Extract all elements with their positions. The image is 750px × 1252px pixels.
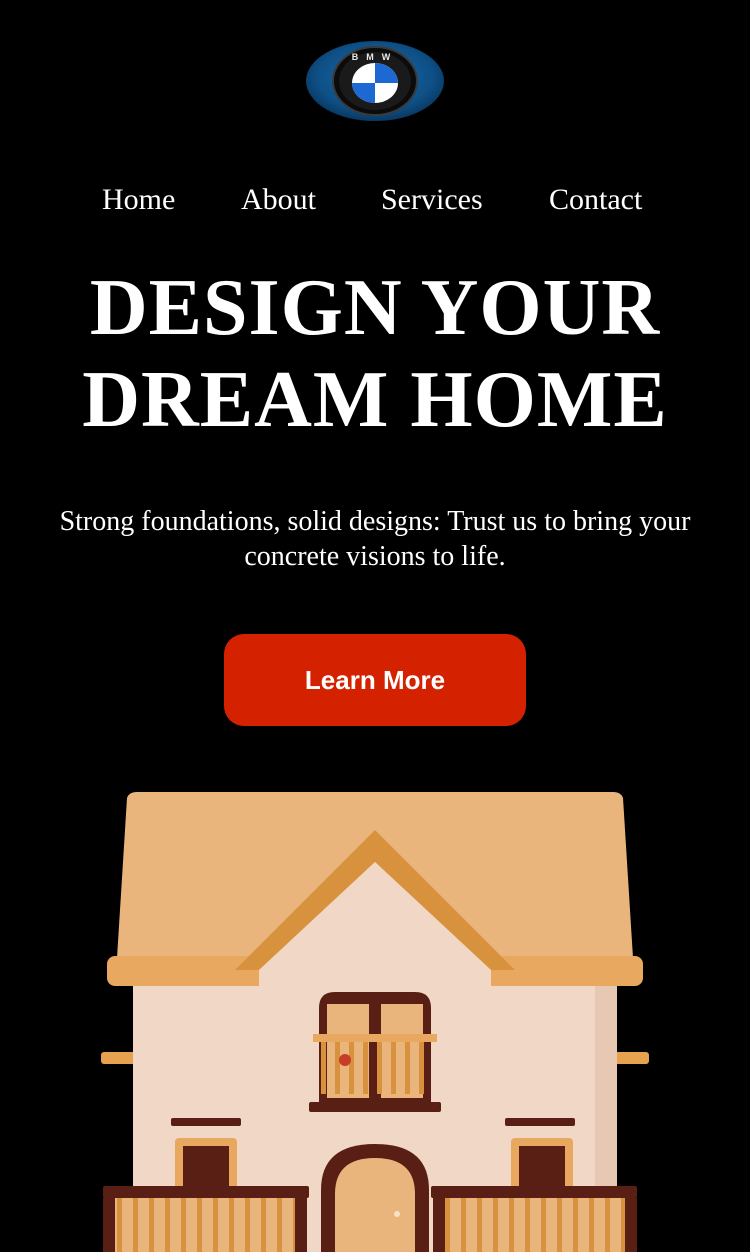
hero-subtitle: Strong foundations, solid designs: Trust… — [59, 506, 691, 572]
nav-item-about[interactable]: About — [241, 178, 316, 222]
bmw-roundel-icon: BMW — [306, 41, 444, 121]
nav-item-contact[interactable]: Contact — [549, 178, 642, 222]
nav-item-services[interactable]: Services — [381, 178, 483, 222]
learn-more-button[interactable]: Learn More — [224, 634, 526, 726]
main-nav: Home About Services Contact — [0, 178, 750, 222]
brand-logo[interactable]: BMW — [305, 40, 445, 122]
logo-letters: BMW — [352, 52, 399, 62]
house-illustration-icon — [101, 792, 649, 1252]
hero-title: DESIGN YOUR DREAM HOME — [82, 264, 668, 444]
hero-image — [95, 790, 655, 1252]
nav-item-home[interactable]: Home — [102, 178, 175, 222]
